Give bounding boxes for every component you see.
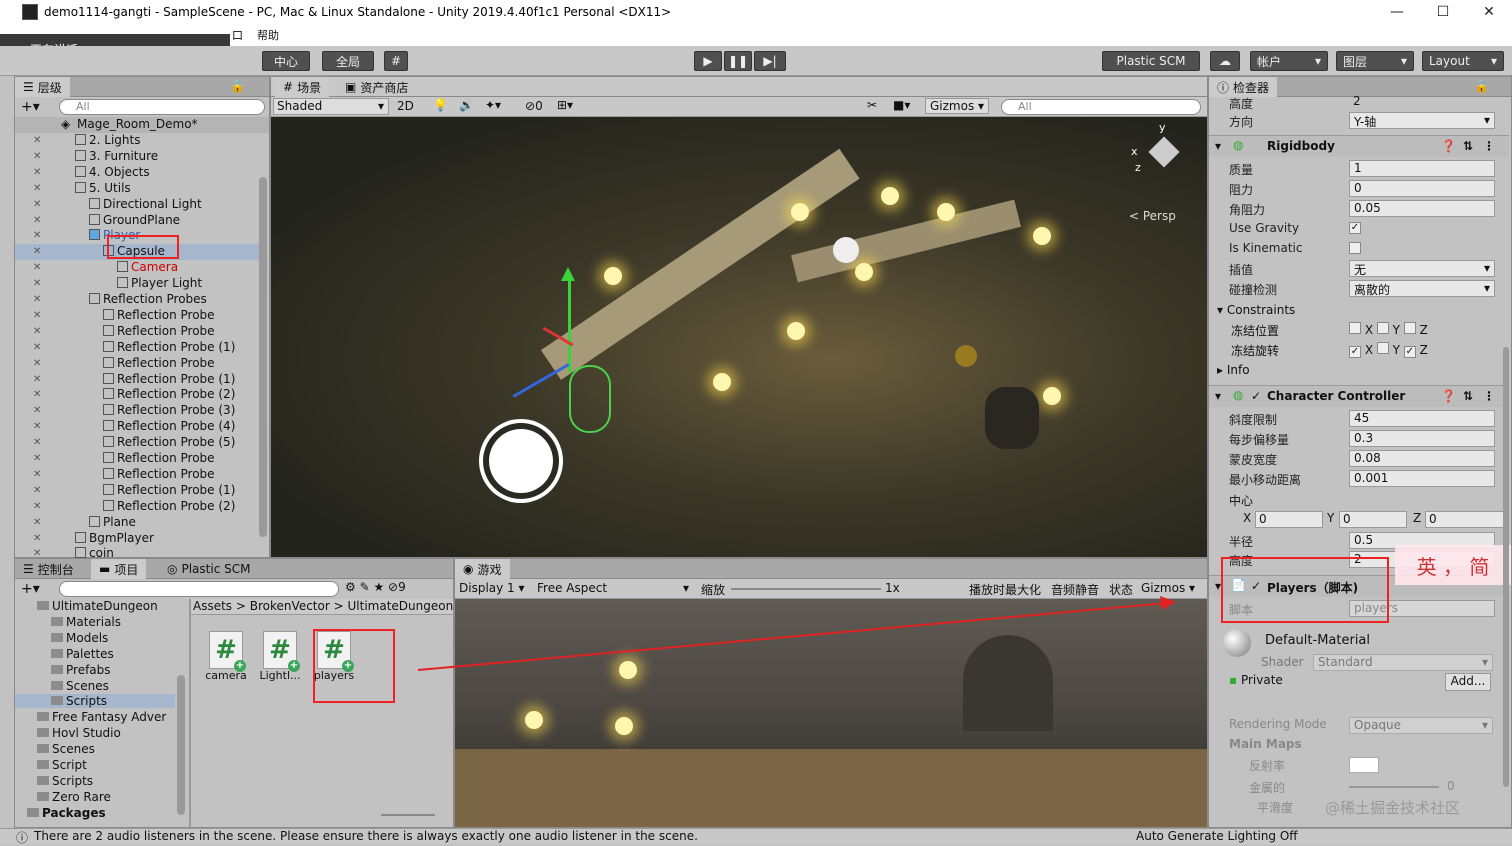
status-message[interactable]: There are 2 audio listeners in the scene… [34, 829, 698, 843]
warning-icon: ⓘ [16, 831, 29, 845]
annotation-arrow [417, 596, 1176, 671]
lighting-status[interactable]: Auto Generate Lighting Off [1136, 829, 1298, 843]
status-bar: ⓘ There are 2 audio listeners in the sce… [0, 828, 1512, 845]
